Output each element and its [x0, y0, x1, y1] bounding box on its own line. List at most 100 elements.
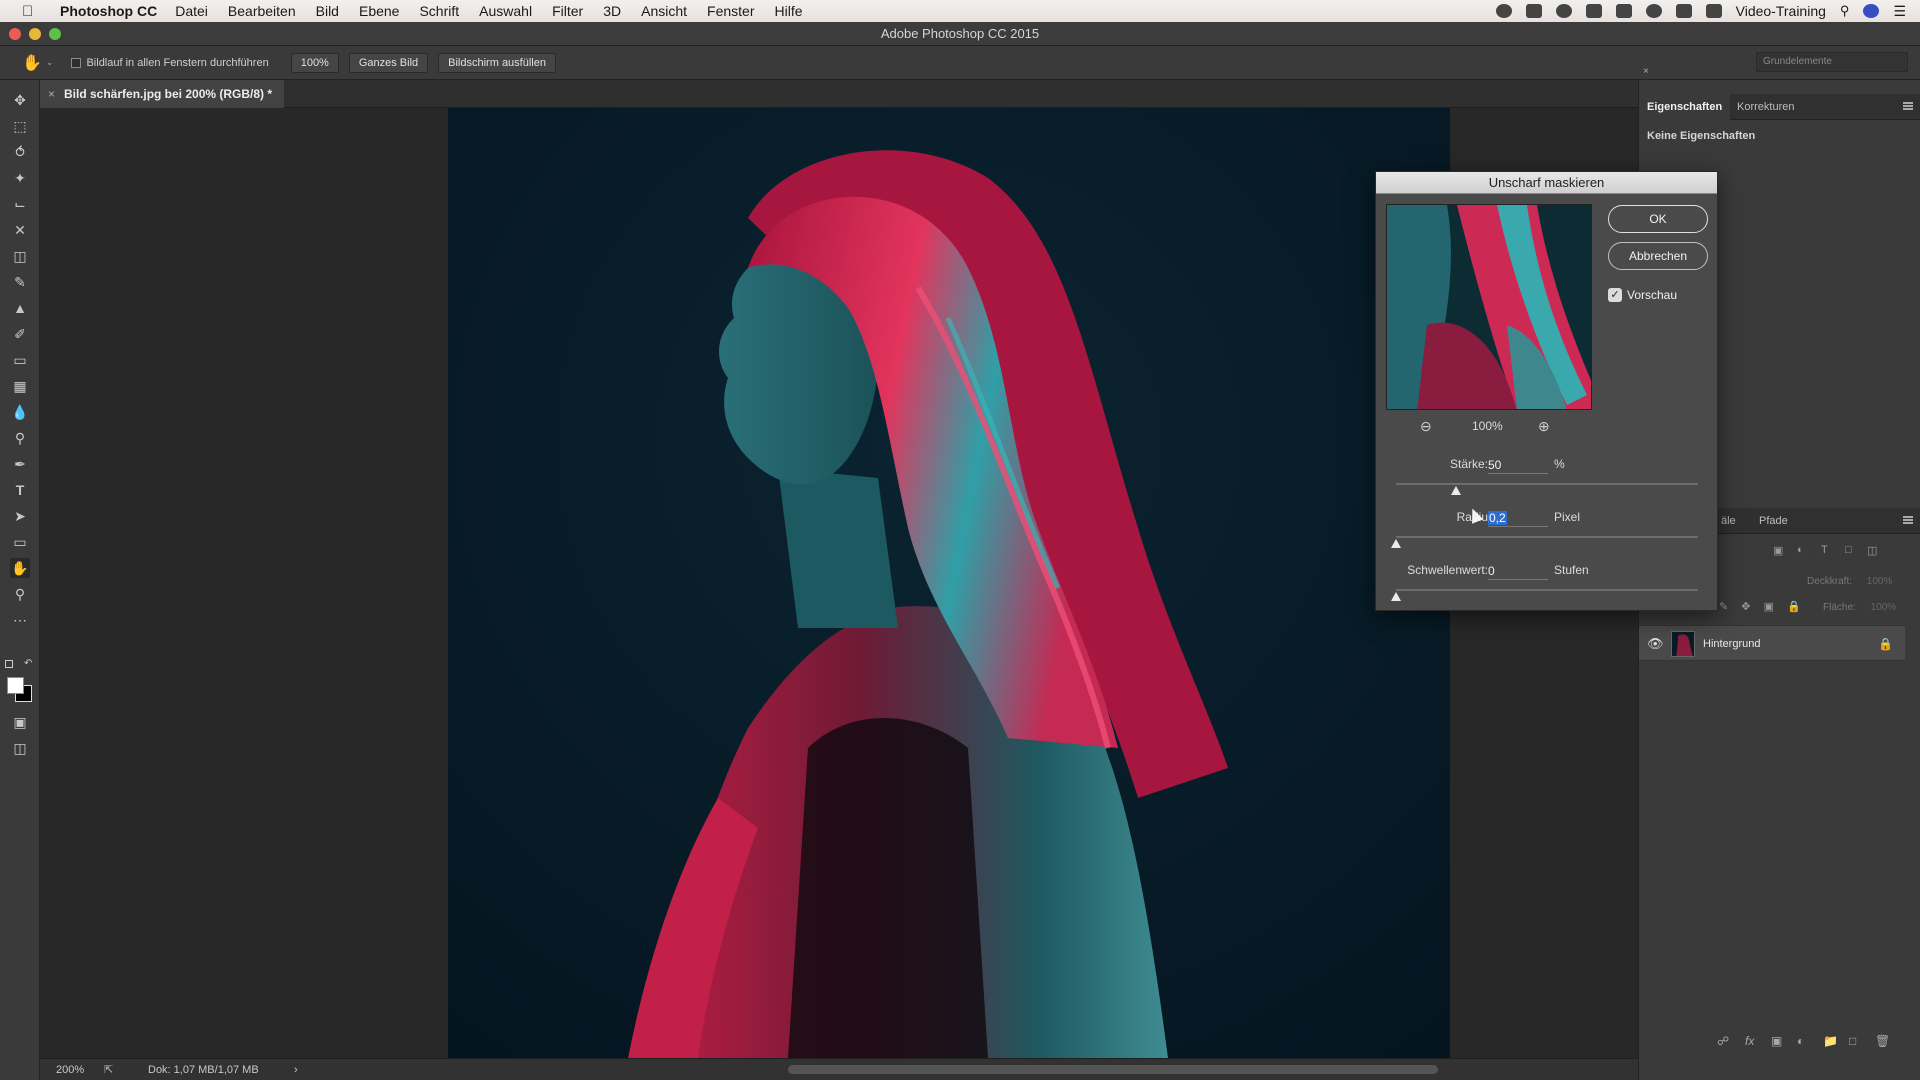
zoom-tool-icon[interactable]: ⚲ — [10, 584, 30, 604]
threshold-slider-thumb[interactable] — [1391, 592, 1401, 601]
brush-tool-icon[interactable]: ✎ — [10, 272, 30, 292]
zoom-out-icon[interactable]: ⊖ — [1420, 418, 1432, 435]
collapse-panels-icon[interactable]: × — [1643, 66, 1649, 77]
filter-preview[interactable] — [1386, 204, 1592, 410]
lasso-tool-icon[interactable]: ⥀ — [10, 142, 30, 162]
filter-type-icon[interactable]: T — [1821, 544, 1828, 556]
wifi-icon[interactable] — [1675, 4, 1692, 18]
record-icon[interactable] — [1495, 4, 1512, 18]
crop-tool-icon[interactable]: ⌙ — [10, 194, 30, 214]
dodge-tool-icon[interactable]: ⚲ — [10, 428, 30, 448]
airplay-icon[interactable] — [1705, 4, 1722, 18]
fit-screen-button[interactable]: Ganzes Bild — [348, 52, 429, 73]
panel-menu-icon[interactable] — [1903, 102, 1913, 110]
dropbox-icon[interactable] — [1585, 4, 1602, 18]
hand-tool-icon[interactable]: ✋ — [10, 558, 30, 578]
lock-position-icon[interactable]: ✥ — [1741, 601, 1750, 613]
clone-stamp-tool-icon[interactable]: ▲ — [10, 298, 30, 318]
new-group-icon[interactable]: 📁 — [1823, 1034, 1838, 1048]
user-menu-label[interactable]: Video-Training — [1736, 3, 1826, 19]
amount-slider-thumb[interactable] — [1451, 486, 1462, 495]
minimize-window-icon[interactable] — [29, 28, 41, 40]
more-tools-icon[interactable]: ⋯ — [10, 610, 30, 630]
display-icon[interactable] — [1615, 4, 1632, 18]
status-menu-arrow[interactable]: › — [294, 1059, 298, 1080]
layer-style-fx-icon[interactable]: fx — [1745, 1034, 1754, 1048]
menu-fenster[interactable]: Fenster — [707, 3, 754, 19]
gradient-tool-icon[interactable]: ▦ — [10, 376, 30, 396]
amount-field[interactable]: 50 — [1488, 456, 1548, 474]
status-zoom[interactable]: 200% — [56, 1059, 84, 1080]
fill-value[interactable]: 100% — [1871, 602, 1897, 613]
filter-pixel-icon[interactable]: ▣ — [1773, 544, 1783, 557]
menu-hilfe[interactable]: Hilfe — [775, 3, 803, 19]
eyedropper-tool-icon[interactable]: ✕ — [10, 220, 30, 240]
dialog-title[interactable]: Unscharf maskieren — [1376, 172, 1717, 194]
radius-slider-thumb[interactable] — [1391, 539, 1401, 548]
export-icon[interactable]: ⇱ — [104, 1059, 113, 1080]
menu-3d[interactable]: 3D — [603, 3, 621, 19]
menu-schrift[interactable]: Schrift — [419, 3, 459, 19]
lock-all-icon[interactable]: 🔒 — [1787, 601, 1801, 613]
radius-field[interactable]: 0,2 — [1488, 509, 1548, 527]
zoom-in-icon[interactable]: ⊕ — [1538, 418, 1550, 435]
type-tool-icon[interactable]: T — [10, 480, 30, 500]
filter-shape-icon[interactable]: □ — [1845, 544, 1852, 556]
menu-bearbeiten[interactable]: Bearbeiten — [228, 3, 296, 19]
delete-layer-icon[interactable]: 🗑 — [1875, 1034, 1890, 1048]
radius-slider[interactable] — [1396, 536, 1698, 538]
close-window-icon[interactable] — [9, 28, 21, 40]
filter-adjustment-icon[interactable]: ◐ — [1797, 544, 1804, 556]
history-brush-tool-icon[interactable]: ✐ — [10, 324, 30, 344]
bluetooth-icon[interactable] — [1645, 4, 1662, 18]
lock-pixels-icon[interactable]: ✎ — [1719, 601, 1728, 613]
scroll-all-windows-option[interactable]: Bildlauf in allen Fenstern durchführen — [71, 57, 269, 69]
blur-tool-icon[interactable]: 💧 — [10, 402, 30, 422]
layers-panel-menu-icon[interactable] — [1903, 516, 1913, 524]
apple-icon[interactable]:  — [22, 3, 44, 20]
path-selection-tool-icon[interactable]: ➤ — [10, 506, 30, 526]
swap-colors-icon[interactable]: ↶ — [24, 658, 32, 669]
notification-center-icon[interactable]: ☰ — [1893, 3, 1906, 20]
tab-pfade[interactable]: Pfade — [1751, 508, 1796, 534]
tab-korrekturen[interactable]: Korrekturen — [1729, 94, 1802, 120]
menu-filter[interactable]: Filter — [552, 3, 583, 19]
close-document-icon[interactable]: × — [48, 80, 55, 108]
siri-icon[interactable] — [1863, 4, 1880, 18]
threshold-field[interactable]: 0 — [1488, 562, 1548, 580]
amount-slider[interactable] — [1396, 483, 1698, 485]
healing-brush-tool-icon[interactable]: ◫ — [10, 246, 30, 266]
zoom-window-icon[interactable] — [49, 28, 61, 40]
new-layer-icon[interactable]: □ — [1849, 1034, 1856, 1048]
menu-ansicht[interactable]: Ansicht — [641, 3, 687, 19]
zoom-100-button[interactable]: 100% — [290, 52, 339, 73]
cancel-button[interactable]: Abbrechen — [1608, 242, 1708, 270]
pen-tool-icon[interactable]: ✒ — [10, 454, 30, 474]
ok-button[interactable]: OK — [1608, 205, 1708, 233]
quick-selection-tool-icon[interactable]: ✦ — [10, 168, 30, 188]
link-layers-icon[interactable]: ☍ — [1717, 1034, 1729, 1048]
document-image[interactable] — [448, 108, 1450, 1058]
rectangle-tool-icon[interactable]: ▭ — [10, 532, 30, 552]
quick-mask-icon[interactable]: ▣ — [10, 712, 30, 732]
menu-auswahl[interactable]: Auswahl — [479, 3, 532, 19]
filter-smart-object-icon[interactable]: ◫ — [1867, 544, 1877, 557]
menu-bild[interactable]: Bild — [316, 3, 339, 19]
menu-ebene[interactable]: Ebene — [359, 3, 399, 19]
creative-cloud-icon[interactable] — [1555, 4, 1572, 18]
tab-eigenschaften[interactable]: Eigenschaften — [1639, 94, 1731, 120]
marquee-tool-icon[interactable]: ⬚ — [10, 116, 30, 136]
eraser-tool-icon[interactable]: ▭ — [10, 350, 30, 370]
workspace-switcher[interactable]: Grundelemente — [1756, 52, 1908, 72]
menu-datei[interactable]: Datei — [175, 3, 208, 19]
move-tool-icon[interactable]: ✥ — [10, 90, 30, 110]
threshold-slider[interactable] — [1396, 589, 1698, 591]
menu-app-name[interactable]: Photoshop CC — [60, 3, 157, 19]
default-colors-icon[interactable] — [5, 660, 13, 668]
preview-checkbox[interactable]: ✓ — [1608, 288, 1622, 302]
hand-tool-preset-icon[interactable]: ✋ — [22, 53, 42, 73]
new-adjustment-layer-icon[interactable]: ◐ — [1797, 1034, 1804, 1048]
chevron-down-icon[interactable]: ⌄ — [46, 57, 54, 68]
fill-screen-button[interactable]: Bildschirm ausfüllen — [438, 52, 556, 73]
foreground-color-swatch[interactable] — [7, 677, 24, 694]
